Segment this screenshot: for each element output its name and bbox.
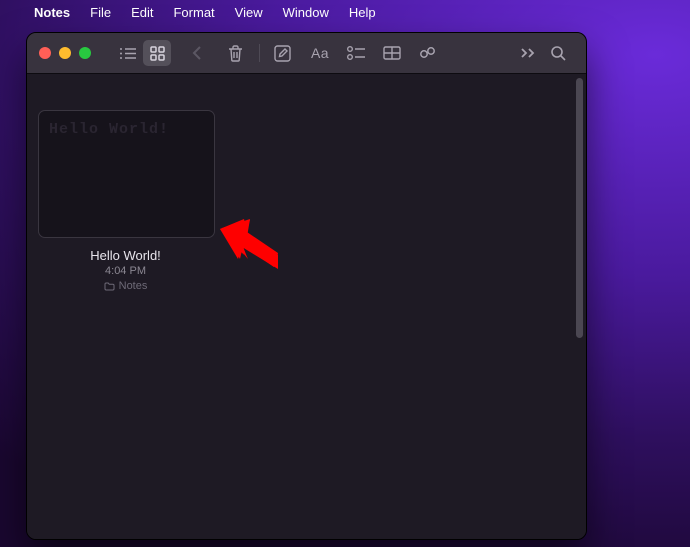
close-window-button[interactable] (39, 47, 51, 59)
toolbar-divider (259, 44, 260, 62)
notes-window: Aa (26, 32, 587, 540)
list-view-icon (119, 47, 136, 60)
delete-button[interactable] (221, 40, 249, 66)
chevron-left-icon (192, 45, 202, 61)
grid-view-button[interactable] (143, 40, 171, 66)
window-controls (39, 47, 91, 59)
menu-app[interactable]: Notes (34, 5, 70, 20)
link-icon (419, 46, 437, 60)
table-icon (383, 46, 401, 60)
checklist-button[interactable] (342, 40, 370, 66)
notes-gallery: Hello World! Hello World! 4:04 PM Notes (27, 74, 586, 539)
trash-icon (228, 45, 243, 62)
note-meta: Hello World! 4:04 PM Notes (38, 248, 213, 292)
minimize-window-button[interactable] (59, 47, 71, 59)
note-title: Hello World! (38, 248, 213, 263)
menu-help[interactable]: Help (349, 5, 376, 20)
menu-file[interactable]: File (90, 5, 111, 20)
menu-view[interactable]: View (235, 5, 263, 20)
menu-format[interactable]: Format (173, 5, 214, 20)
note-folder: Notes (38, 280, 213, 292)
menubar: Notes File Edit Format View Window Help (0, 0, 690, 24)
toolbar-overflow-button[interactable] (514, 40, 542, 66)
checklist-icon (347, 46, 365, 60)
text-style-button[interactable]: Aa (306, 40, 334, 66)
titlebar: Aa (27, 33, 586, 74)
new-note-icon (274, 45, 291, 62)
search-icon (550, 45, 566, 61)
note-card[interactable]: Hello World! Hello World! 4:04 PM Notes (38, 110, 213, 292)
note-thumbnail[interactable]: Hello World! (38, 110, 215, 238)
new-note-button[interactable] (268, 40, 296, 66)
zoom-window-button[interactable] (79, 47, 91, 59)
scrollbar[interactable] (576, 78, 583, 338)
link-button[interactable] (414, 40, 442, 66)
note-folder-label: Notes (119, 280, 148, 292)
table-button[interactable] (378, 40, 406, 66)
grid-view-icon (150, 46, 165, 61)
search-button[interactable] (544, 40, 572, 66)
text-style-icon: Aa (311, 45, 329, 61)
note-preview-text: Hello World! (49, 121, 169, 138)
folder-icon (104, 282, 115, 291)
desktop: Notes File Edit Format View Window Help (0, 0, 690, 547)
note-time: 4:04 PM (38, 265, 213, 277)
menu-window[interactable]: Window (283, 5, 329, 20)
list-view-button[interactable] (113, 40, 141, 66)
chevron-double-right-icon (520, 47, 536, 59)
menu-edit[interactable]: Edit (131, 5, 153, 20)
back-button[interactable] (183, 40, 211, 66)
